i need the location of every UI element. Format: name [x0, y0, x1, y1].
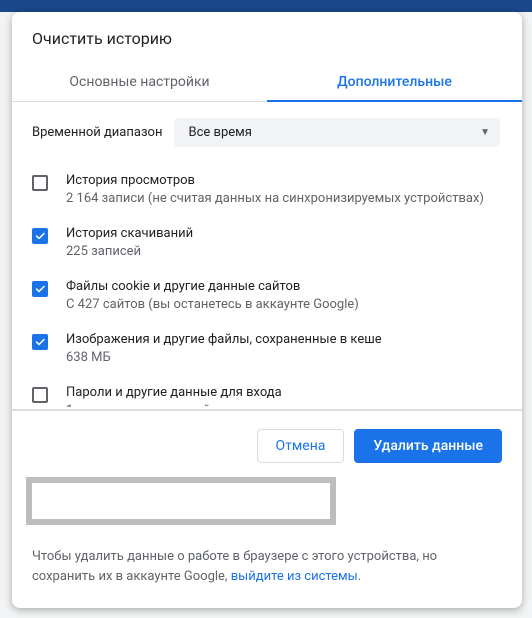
- item-text: Файлы cookie и другие данные сайтов С 427…: [66, 279, 359, 312]
- highlighted-frame: [26, 477, 336, 525]
- list-item: История просмотров 2 164 записи (не счита…: [12, 163, 520, 216]
- checkbox[interactable]: [32, 175, 48, 191]
- item-title: Файлы cookie и другие данные сайтов: [66, 279, 359, 294]
- list-item: Изображения и другие файлы, сохраненные …: [12, 322, 520, 375]
- checkbox[interactable]: [32, 387, 48, 403]
- item-text: История просмотров 2 164 записи (не счита…: [66, 173, 484, 206]
- confirm-button[interactable]: Удалить данные: [354, 429, 502, 463]
- checkbox[interactable]: [32, 334, 48, 350]
- item-title: Пароли и другие данные для входа: [66, 385, 282, 400]
- tab-advanced[interactable]: Дополнительные: [267, 62, 522, 101]
- dialog-actions: Отмена Удалить данные: [12, 410, 522, 477]
- footer-note: Чтобы удалить данные о работе в браузере…: [12, 539, 522, 608]
- sign-out-link[interactable]: выйдите из системы: [231, 569, 358, 584]
- time-range-value: Все время: [188, 125, 251, 140]
- cancel-button[interactable]: Отмена: [257, 429, 345, 463]
- item-title: История скачиваний: [66, 226, 193, 241]
- time-range-row: Временной диапазон Все время ▼: [12, 102, 520, 163]
- chevron-down-icon: ▼: [480, 127, 490, 138]
- item-subtitle: 225 записей: [66, 244, 193, 259]
- time-range-select[interactable]: Все время ▼: [174, 118, 500, 147]
- time-range-label: Временной диапазон: [32, 125, 162, 140]
- dialog-title: Очистить историю: [12, 12, 522, 62]
- checkbox[interactable]: [32, 281, 48, 297]
- list-item: Файлы cookie и другие данные сайтов С 427…: [12, 269, 520, 322]
- list-item: Пароли и другие данные для входа 1 синхро…: [12, 375, 520, 407]
- item-text: Пароли и другие данные для входа 1 синхро…: [66, 385, 282, 407]
- clear-history-dialog: Очистить историю Основные настройки Допо…: [12, 12, 522, 608]
- item-title: История просмотров: [66, 173, 484, 188]
- tabs: Основные настройки Дополнительные: [12, 62, 522, 102]
- background-header-bar: [0, 0, 532, 12]
- item-text: Изображения и другие файлы, сохраненные …: [66, 332, 382, 365]
- item-text: История скачиваний 225 записей: [66, 226, 193, 259]
- item-subtitle: С 427 сайтов (вы останетесь в аккаунте G…: [66, 297, 359, 312]
- item-title: Изображения и другие файлы, сохраненные …: [66, 332, 382, 347]
- dialog-content[interactable]: Временной диапазон Все время ▼ История п…: [12, 102, 522, 407]
- item-subtitle: 2 164 записи (не считая данных на синхро…: [66, 191, 484, 206]
- item-subtitle: 638 МБ: [66, 350, 382, 365]
- list-item: История скачиваний 225 записей: [12, 216, 520, 269]
- tab-basic[interactable]: Основные настройки: [12, 62, 267, 101]
- footer-note-tail: .: [358, 569, 361, 584]
- checkbox[interactable]: [32, 228, 48, 244]
- item-subtitle: 1 синхронизированный пароль: [66, 403, 282, 407]
